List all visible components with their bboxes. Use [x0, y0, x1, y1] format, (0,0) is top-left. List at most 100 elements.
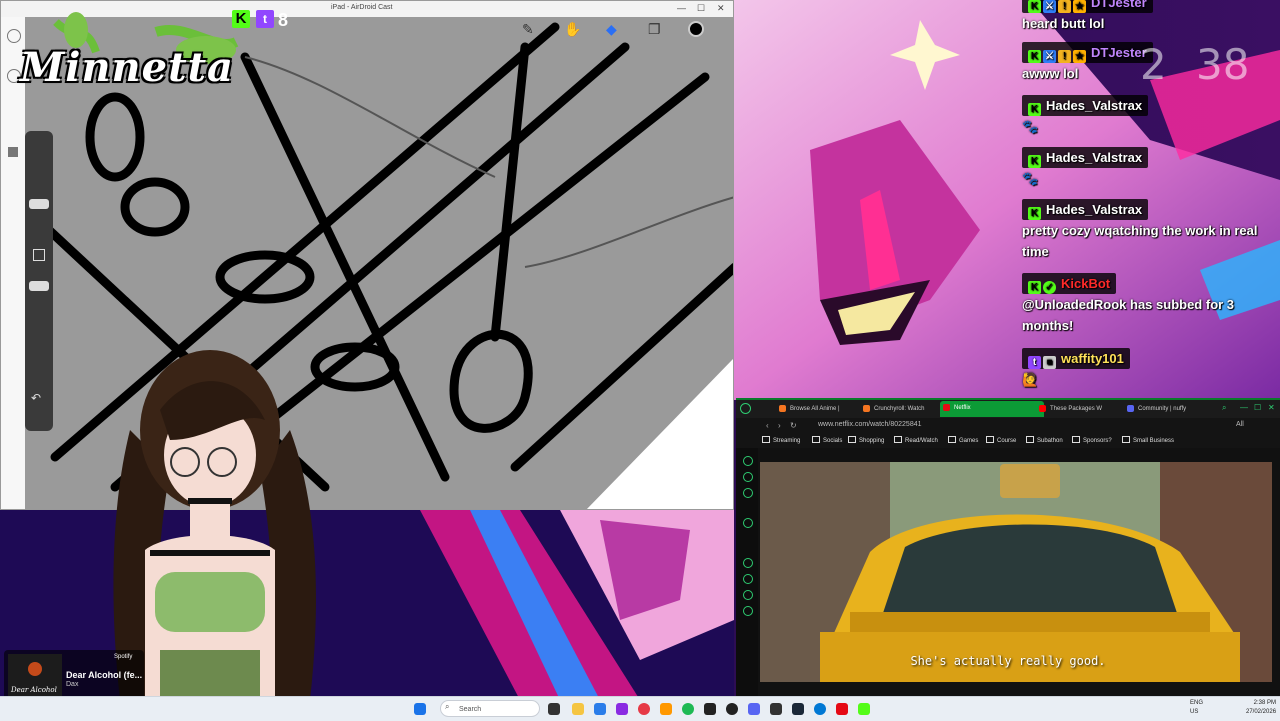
bookmark-streaming[interactable]: Streaming [762, 436, 800, 444]
viewer-count: 8 [278, 10, 289, 30]
sidebar-app-icon[interactable] [743, 472, 753, 482]
search-icon: ⌕ [445, 702, 450, 711]
discord-icon [1127, 405, 1134, 412]
tab-community[interactable]: Community | nuffy [1124, 402, 1214, 416]
tab-search-label[interactable]: All [1236, 421, 1244, 428]
chat-header: K ⚔! ★ DTJester [1022, 0, 1153, 13]
gift-badge-icon: ! [1058, 0, 1071, 13]
size-slider-handle[interactable] [29, 199, 49, 209]
minimize-icon[interactable]: — [1240, 403, 1248, 412]
tab-youtube[interactable]: These Packages W [1036, 402, 1134, 416]
folder-icon [986, 436, 994, 443]
spotify-icon[interactable] [682, 703, 694, 715]
color-swatch-icon[interactable] [688, 21, 704, 37]
start-menu-icon[interactable] [414, 703, 426, 715]
bookmark-games[interactable]: Games [948, 436, 978, 444]
bookmark-label: Course [997, 438, 1017, 444]
kick-badge-icon: K [1028, 155, 1041, 168]
bookmark-label: Subathon [1037, 438, 1063, 444]
canvas-toolbar: ✎ ✋ ◆ ❐ [516, 17, 716, 43]
opacity-slider-handle[interactable] [29, 281, 49, 291]
sidebar-app-icon[interactable] [743, 518, 753, 528]
app-icon[interactable] [638, 703, 650, 715]
task-view-icon[interactable] [548, 703, 560, 715]
date-text: 27/02/2026 [1246, 709, 1277, 715]
bookmark-label: Sponsors? [1083, 438, 1112, 444]
obs-icon[interactable] [726, 703, 738, 715]
app-icon[interactable] [770, 703, 782, 715]
chat-username: KickBot [1061, 276, 1111, 291]
app-icon[interactable] [704, 703, 716, 715]
sidebar-app-icon[interactable] [743, 590, 753, 600]
layers-icon[interactable]: ❐ [648, 21, 661, 38]
tab-label: Browse All Anime | [790, 406, 840, 412]
video-subtitle: She's actually really good. [910, 654, 1106, 668]
system-clock[interactable]: 2:38 PM 27/02/2026 [1246, 699, 1276, 717]
moderator-badge-icon: ⚔ [1043, 0, 1056, 13]
bookmark-shopping[interactable]: Shopping [848, 436, 884, 444]
bookmark-small-business[interactable]: Small Business [1122, 436, 1174, 444]
tab-netflix[interactable]: Netflix [940, 401, 1044, 417]
maximize-icon[interactable]: ☐ [1254, 403, 1261, 412]
app-icon[interactable] [660, 703, 672, 715]
bookmark-socials[interactable]: Socials [812, 436, 842, 444]
reload-icon[interactable]: ↻ [790, 421, 797, 430]
folder-icon [762, 436, 770, 443]
chat-header: K ⚔! ★ DTJester [1022, 42, 1153, 63]
language-indicator[interactable]: ENG US [1190, 699, 1203, 717]
sidebar-app-icon[interactable] [743, 488, 753, 498]
browser-menu-icon[interactable] [740, 403, 751, 414]
search-tabs-icon[interactable]: ⌕ [1222, 403, 1226, 413]
chat-message: K Hades_Valstrax pretty cozy wqatching th… [1022, 199, 1272, 262]
sidebar-app-icon[interactable] [743, 558, 753, 568]
bookmark-course[interactable]: Course [986, 436, 1016, 444]
eraser-icon[interactable]: ◆ [606, 21, 617, 38]
sidebar-app-icon[interactable] [743, 606, 753, 616]
maximize-icon[interactable]: ☐ [697, 3, 705, 14]
close-icon[interactable]: ✕ [1268, 403, 1275, 412]
bookmark-subathon[interactable]: Subathon [1026, 436, 1063, 444]
file-explorer-icon[interactable] [572, 703, 584, 715]
video-player[interactable] [760, 462, 1272, 682]
kick-badge-icon: K [1028, 281, 1041, 294]
brush-size-slider[interactable]: ↶ [25, 131, 53, 431]
tab-label: Crunchyroll: Watch [874, 406, 925, 412]
sidebar-app-icon[interactable] [743, 574, 753, 584]
app-icon[interactable] [616, 703, 628, 715]
chat-emote: 🐾 [1022, 171, 1039, 186]
platform-badges: Kt8 [232, 10, 288, 31]
app-icon[interactable] [836, 703, 848, 715]
sidebar-app-icon[interactable] [743, 456, 753, 466]
close-icon[interactable]: ✕ [717, 3, 725, 14]
folder-icon [812, 436, 820, 443]
back-icon[interactable]: ‹ [766, 421, 769, 430]
chat-header: K ✓ KickBot [1022, 273, 1117, 294]
clock-hours: 2 [1140, 40, 1167, 89]
subscriber-badge-icon: ★ [1073, 50, 1086, 63]
folder-icon [948, 436, 956, 443]
folder-icon [848, 436, 856, 443]
forward-icon[interactable]: › [778, 421, 781, 430]
app-icon[interactable] [594, 703, 606, 715]
minimize-icon[interactable]: — [677, 3, 686, 13]
discord-icon[interactable] [748, 703, 760, 715]
bookmark-read-watch[interactable]: Read/Watch [894, 436, 938, 444]
kick-badge-icon: K [1028, 103, 1041, 116]
taskbar-search-input[interactable]: Search [440, 700, 540, 717]
bookmark-label: Small Business [1133, 438, 1175, 444]
file-icon[interactable] [8, 147, 18, 157]
brush-icon[interactable]: ✎ [522, 21, 534, 38]
tab-crunchyroll[interactable]: Crunchyroll: Watch [860, 402, 950, 416]
tab-browse-anime[interactable]: Browse All Anime | [776, 402, 870, 416]
bookmark-sponsors[interactable]: Sponsors? [1072, 436, 1112, 444]
tab-label: These Packages W [1050, 406, 1103, 412]
smudge-icon[interactable]: ✋ [564, 21, 581, 38]
edge-icon[interactable] [814, 703, 826, 715]
app-icon[interactable] [858, 703, 870, 715]
undo-icon[interactable]: ↶ [31, 391, 41, 405]
bookmark-label: Read/Watch [905, 438, 938, 444]
address-input[interactable]: www.netflix.com/watch/80225841 [818, 421, 922, 428]
modify-button[interactable] [33, 249, 45, 261]
steam-icon[interactable] [792, 703, 804, 715]
netflix-icon [943, 404, 950, 411]
